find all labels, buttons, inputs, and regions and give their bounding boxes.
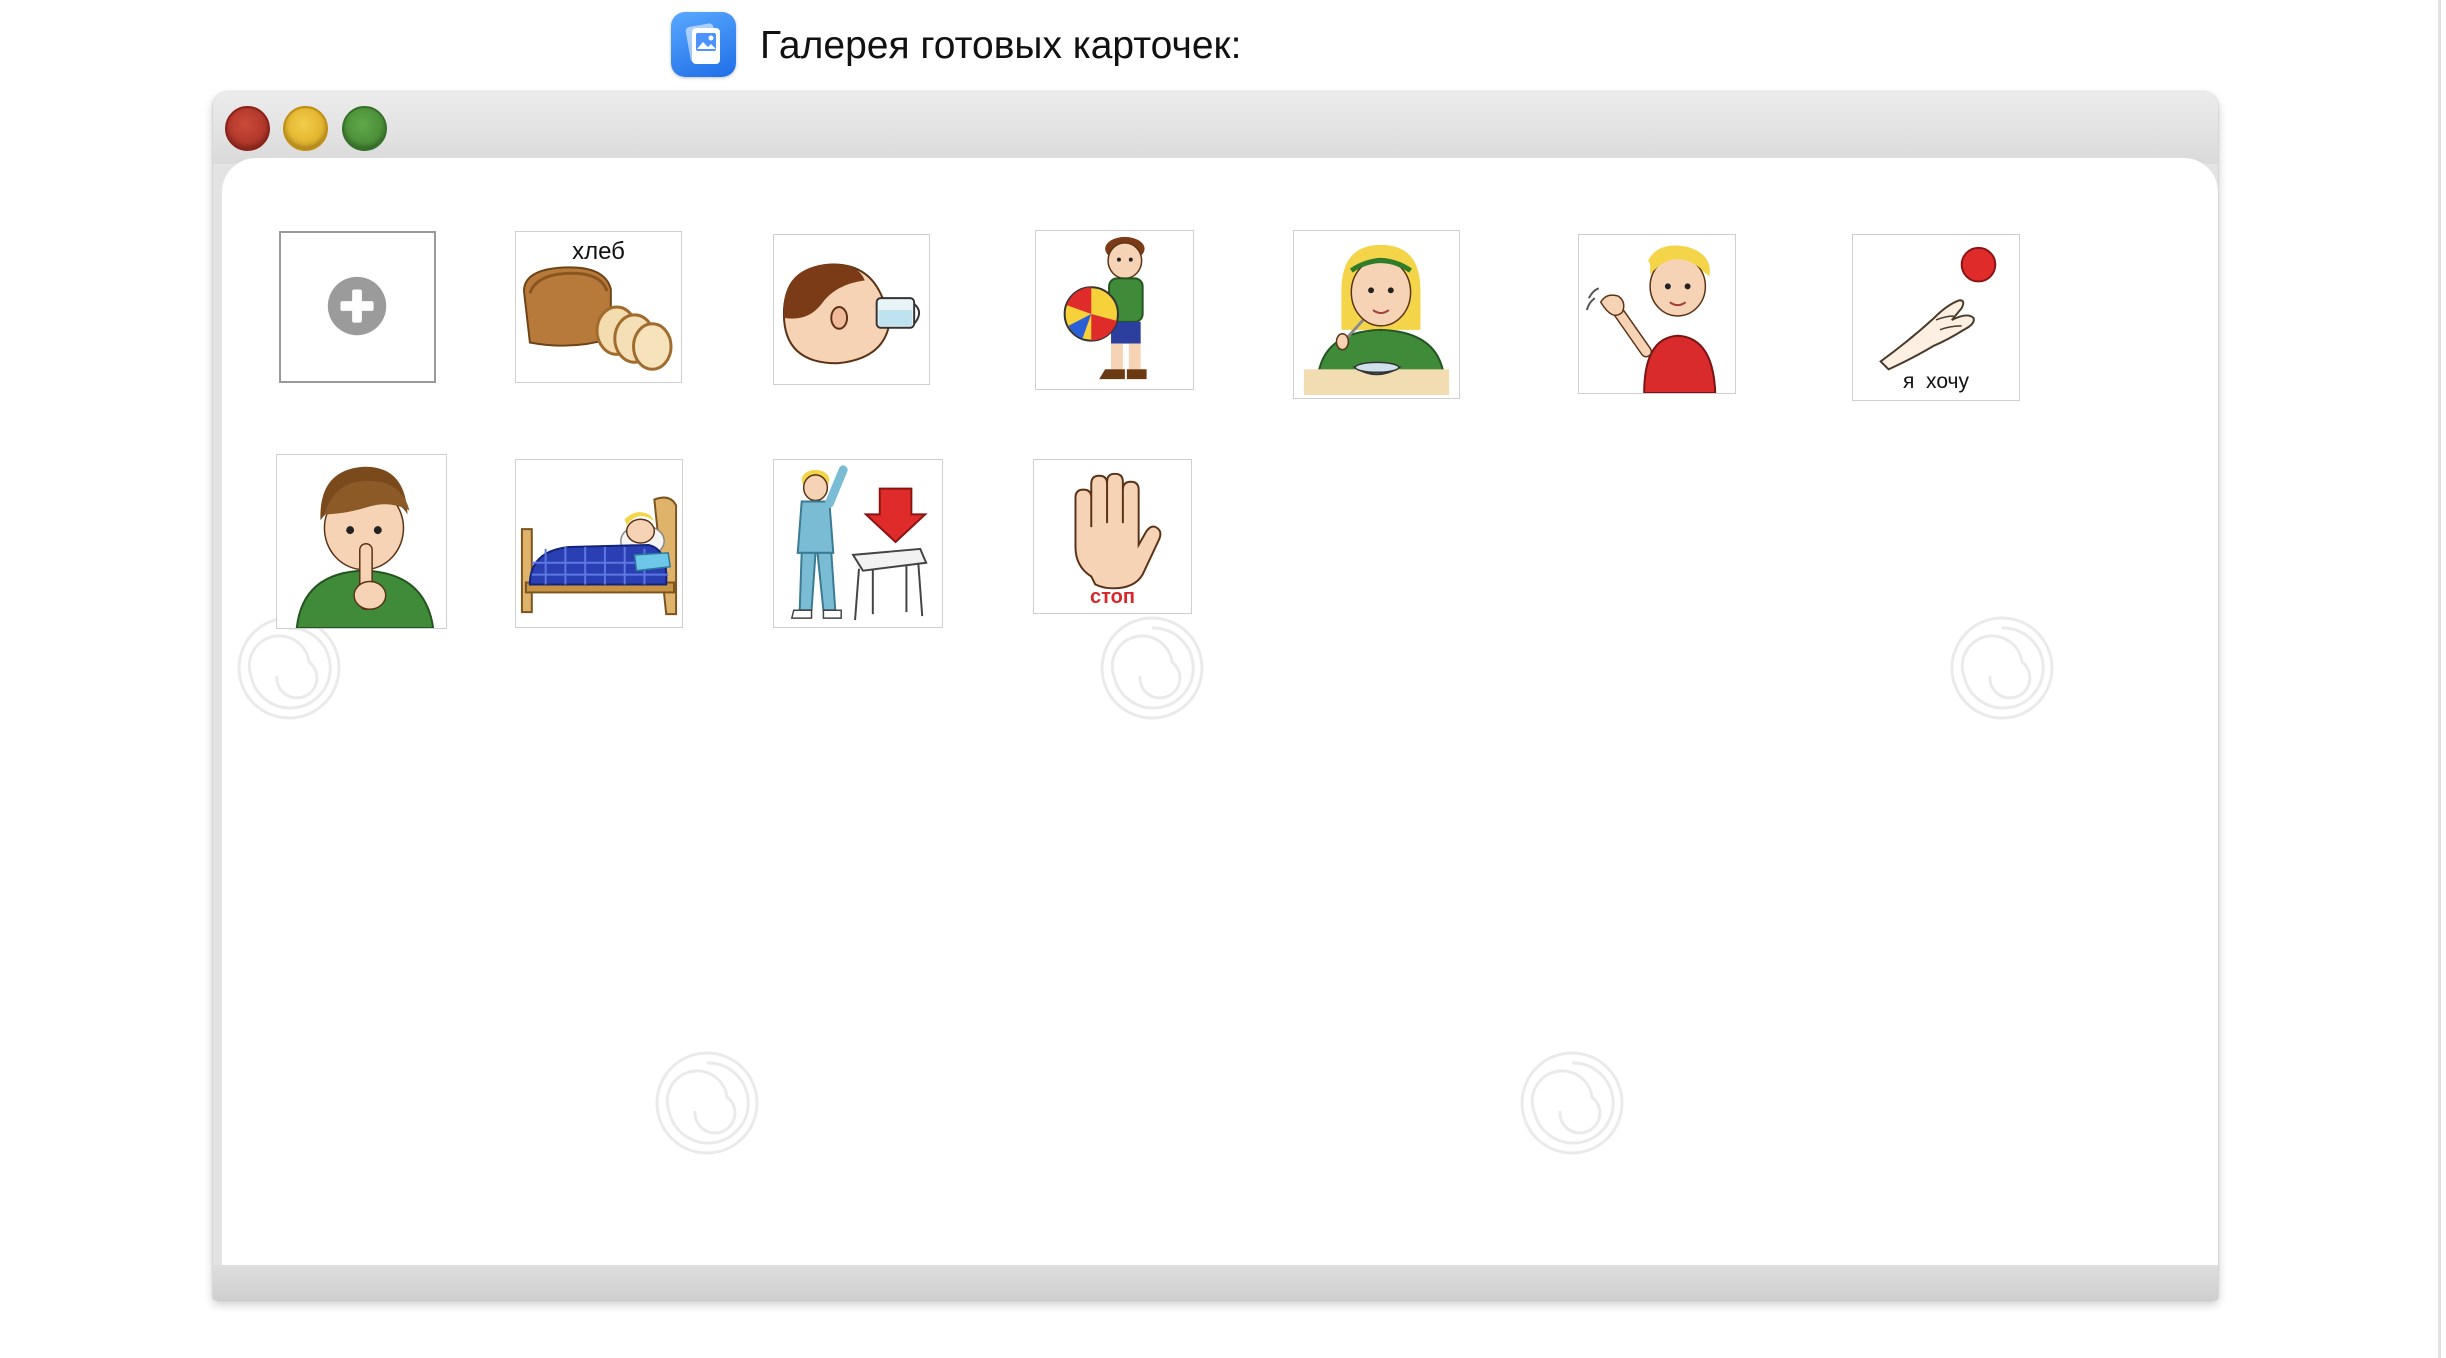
window-titlebar[interactable] [213, 92, 2218, 164]
watermark-swirl-icon [1520, 1051, 1624, 1155]
window-bottom-bar [213, 1265, 2218, 1300]
card-eat[interactable] [1293, 230, 1460, 399]
boy-shush-icon [295, 466, 435, 628]
card-stop[interactable]: стоп [1033, 459, 1192, 614]
gallery-content: хлеб я хочу стоп [222, 158, 2218, 1265]
boy-with-ball-icon [1063, 236, 1147, 380]
card-label: я хочу [1903, 370, 1969, 393]
watermark-swirl-icon [1950, 616, 2054, 720]
card-sleep[interactable] [515, 459, 683, 628]
close-window-button[interactable] [225, 106, 270, 151]
child-sleeping-icon [520, 496, 678, 616]
card-label: стоп [1090, 586, 1135, 608]
boy-dressing-icon [790, 465, 928, 621]
watermark-swirl-icon [237, 616, 341, 720]
screen: Галерея готовых карточек: хлеб я хочу ст… [0, 0, 2446, 1358]
card-bread[interactable]: хлеб [515, 231, 682, 383]
gallery-window: хлеб я хочу стоп [213, 92, 2218, 1300]
girl-eating-icon [1303, 244, 1450, 396]
right-edge-divider [2438, 0, 2441, 1358]
gallery-app-icon [671, 12, 736, 77]
card-hello[interactable] [1578, 234, 1736, 394]
page-title: Галерея готовых карточек: [760, 24, 1242, 67]
boy-drinking-icon [782, 263, 921, 365]
add-card-button[interactable] [279, 231, 436, 383]
card-dress[interactable] [773, 459, 943, 628]
card-label: хлеб [572, 238, 625, 265]
watermark-swirl-icon [655, 1051, 759, 1155]
card-drink[interactable] [773, 234, 930, 385]
card-quiet[interactable] [276, 454, 447, 629]
boy-waving-icon [1585, 245, 1717, 393]
card-i-want[interactable]: я хочу [1852, 234, 2020, 401]
minimize-window-button[interactable] [283, 106, 328, 151]
maximize-window-button[interactable] [342, 106, 387, 151]
plus-circle-icon [327, 276, 387, 336]
watermark-swirl-icon [1100, 616, 1204, 720]
card-play-ball[interactable] [1035, 230, 1194, 390]
